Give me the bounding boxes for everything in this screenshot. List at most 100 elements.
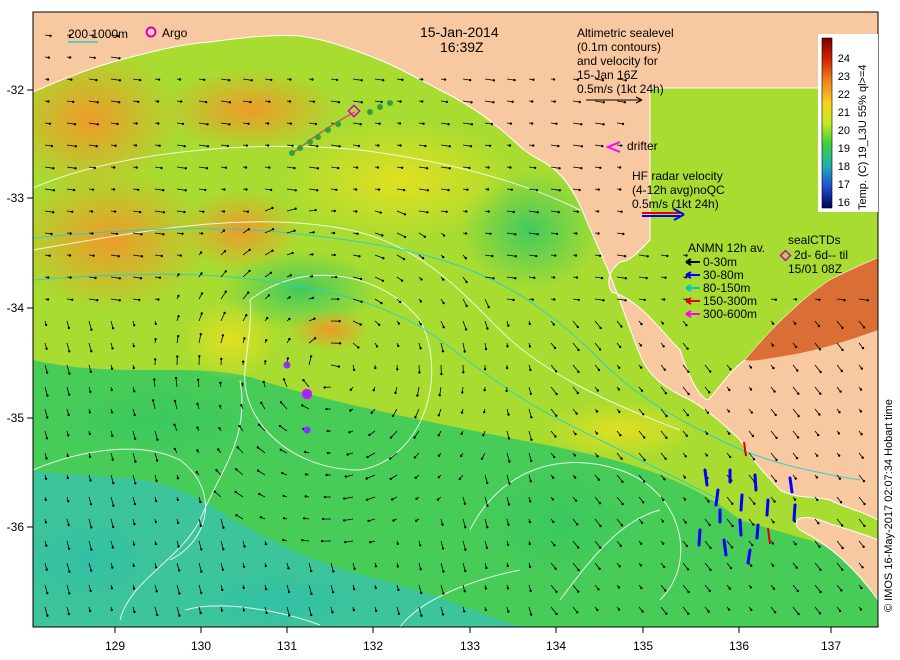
velocity-arrow-head — [794, 345, 798, 349]
velocity-arrow-head — [599, 546, 602, 549]
velocity-arrow-head — [576, 391, 579, 395]
warm-patch-c — [290, 310, 370, 350]
velocity-arrow-head — [135, 122, 138, 125]
velocity-arrow-head — [288, 317, 291, 321]
velocity-arrow-head — [132, 564, 135, 568]
velocity-arrow-head — [110, 608, 114, 612]
velocity-arrow-head — [533, 166, 537, 170]
velocity-arrow-head — [580, 167, 583, 170]
velocity-arrow-head — [465, 210, 468, 213]
velocity-arrow-head — [640, 521, 644, 524]
velocity-arrow-head — [88, 411, 92, 414]
velocity-arrow-head — [325, 407, 328, 411]
velocity-arrow-head — [88, 609, 92, 613]
lon-tick: 132 — [363, 639, 383, 653]
velocity-arrow-head — [235, 468, 238, 471]
velocity-arrow-head — [598, 348, 602, 351]
velocity-arrow-head — [860, 433, 863, 436]
velocity-arrow-head — [310, 569, 313, 573]
lon-tick: 129 — [105, 639, 125, 653]
velocity-arrow-head — [302, 379, 305, 382]
velocity-arrow-head — [132, 366, 135, 370]
velocity-arrow-head — [377, 188, 381, 191]
lat-tick: -32 — [7, 83, 25, 97]
velocity-arrow-head — [199, 524, 203, 528]
colorbar-tick: 20 — [838, 125, 850, 137]
lon-tick: 131 — [277, 639, 297, 653]
velocity-arrow-head — [264, 360, 267, 363]
velocity-arrow-head — [47, 56, 50, 59]
velocity-arrow-head — [838, 477, 842, 480]
velocity-arrow-head — [226, 144, 229, 148]
velocity-arrow-head — [399, 144, 402, 147]
velocity-arrow-head — [247, 228, 250, 231]
velocity-arrow-head — [442, 234, 446, 237]
velocity-arrow-head — [529, 480, 532, 483]
velocity-arrow-head — [661, 520, 665, 523]
velocity-arrow-head — [154, 542, 158, 546]
velocity-arrow-head — [624, 277, 628, 280]
velocity-arrow-head — [359, 277, 363, 281]
velocity-arrow-head — [507, 523, 510, 526]
velocity-arrow-head — [554, 567, 557, 570]
velocity-arrow-head — [598, 254, 602, 257]
velocity-arrow-head — [96, 123, 100, 126]
velocity-arrow-head — [402, 188, 406, 192]
velocity-arrow-head — [196, 426, 199, 429]
velocity-arrow-head — [463, 610, 466, 613]
velocity-arrow-head — [118, 79, 122, 82]
velocity-arrow-head — [620, 457, 623, 460]
velocity-arrow-head — [156, 438, 159, 441]
velocity-arrow-head — [310, 592, 313, 595]
velocity-arrow-head — [422, 122, 425, 125]
sealctds-date: 15/01 08Z — [788, 262, 842, 276]
velocity-arrow-head — [484, 347, 488, 351]
velocity-arrow-head — [839, 390, 842, 393]
velocity-arrow-head — [46, 614, 49, 617]
velocity-arrow-head — [841, 348, 844, 352]
svg-text:0-30m: 0-30m — [703, 255, 737, 269]
velocity-arrow-head — [389, 457, 392, 460]
velocity-arrow-head — [771, 322, 775, 325]
velocity-arrow-head — [577, 568, 580, 572]
velocity-arrow-head — [529, 368, 532, 372]
velocity-arrow-head — [708, 589, 711, 593]
velocity-arrow-head — [45, 568, 48, 571]
velocity-arrow-head — [553, 455, 556, 459]
velocity-arrow-head — [728, 388, 731, 392]
velocity-arrow-head — [793, 498, 797, 501]
velocity-arrow-head — [576, 523, 579, 526]
velocity-arrow-head — [463, 502, 467, 505]
velocity-arrow-head — [338, 145, 341, 148]
velocity-arrow-head — [445, 100, 448, 104]
velocity-arrow-head — [639, 564, 643, 567]
velocity-arrow-head — [641, 610, 644, 613]
velocity-arrow-head — [861, 456, 864, 459]
velocity-arrow-head — [419, 323, 422, 326]
velocity-arrow-head — [132, 587, 136, 590]
velocity-arrow-head — [47, 100, 50, 103]
velocity-arrow-head — [863, 502, 866, 506]
velocity-arrow-head — [574, 499, 578, 502]
velocity-arrow-head — [598, 502, 602, 505]
velocity-arrow-head — [424, 144, 427, 148]
velocity-arrow-head — [421, 256, 425, 260]
velocity-arrow-head — [199, 500, 202, 504]
velocity-arrow-head — [223, 250, 227, 253]
velocity-arrow-head — [839, 501, 843, 504]
velocity-arrow-head — [623, 255, 627, 258]
velocity-arrow-head — [52, 211, 55, 214]
velocity-arrow-head — [289, 274, 292, 277]
velocity-arrow-head — [577, 298, 580, 302]
velocity-arrow-head — [162, 189, 165, 192]
velocity-arrow-head — [470, 123, 474, 126]
velocity-arrow-head — [687, 590, 690, 594]
velocity-arrow-head — [775, 458, 778, 462]
velocity-arrow-head — [112, 525, 115, 529]
velocity-arrow-head — [749, 388, 753, 391]
velocity-arrow-head — [866, 299, 870, 302]
velocity-arrow-head — [423, 235, 427, 238]
velocity-arrow-head — [181, 232, 184, 235]
velocity-arrow-head — [859, 608, 863, 611]
velocity-arrow-head — [602, 123, 605, 126]
